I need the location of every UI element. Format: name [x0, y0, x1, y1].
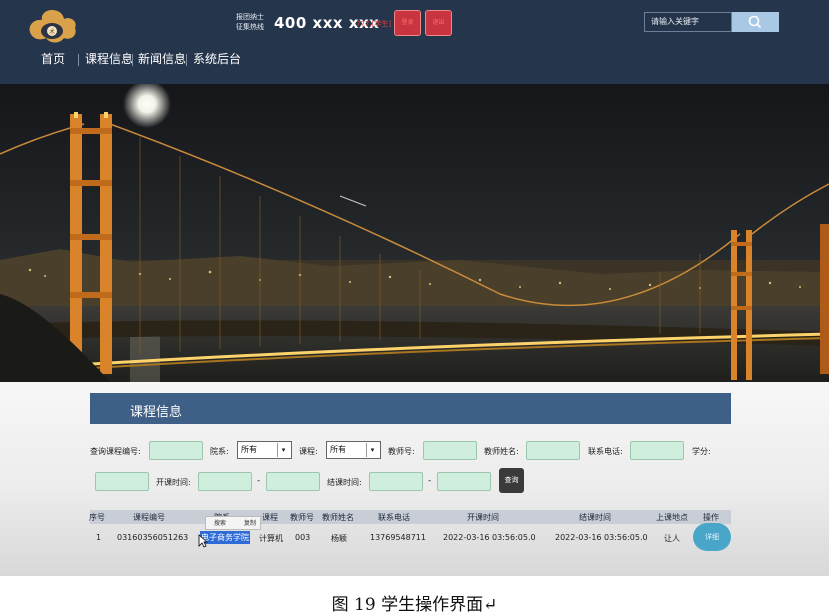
search-icon — [748, 15, 762, 29]
panel-title: 课程信息 — [130, 405, 183, 420]
range-dash: - — [257, 476, 261, 486]
credit-input[interactable] — [95, 472, 149, 491]
banner-image — [0, 84, 829, 382]
range-dash: - — [428, 476, 432, 486]
context-menu-copy[interactable]: 复制 — [244, 518, 256, 527]
credit-label: 学分: — [692, 447, 711, 456]
teacher-no-label: 教师号: — [388, 447, 415, 456]
col-header-location: 上课地点 — [656, 513, 688, 522]
col-header-action: 操作 — [703, 513, 719, 522]
nav-divider — [186, 54, 187, 66]
panel-header — [90, 393, 731, 424]
cell-teacher-name: 杨颖 — [331, 534, 347, 543]
teacher-name-label: 教师姓名: — [484, 447, 519, 456]
search-button[interactable] — [732, 12, 779, 32]
hotline-line-2: 征集热线 — [236, 23, 264, 31]
context-menu-search[interactable]: 搜索 — [214, 518, 226, 527]
start-time-label: 开课时间: — [156, 478, 191, 487]
dept-select[interactable]: 所有 ▾ — [237, 441, 292, 459]
col-header-course: 课程 — [262, 513, 278, 522]
context-menu: 搜索 复制 — [205, 516, 261, 530]
chevron-down-icon: ▾ — [366, 443, 378, 457]
start-time-to-input[interactable] — [266, 472, 320, 491]
query-label: 查询 — [90, 447, 106, 456]
col-header-start: 开课时间 — [467, 513, 499, 522]
cell-teacher-no: 003 — [295, 533, 311, 542]
col-header-end: 结课时间 — [579, 513, 611, 522]
search-input[interactable]: 请输入关键字 — [644, 12, 732, 32]
nav-divider — [78, 54, 79, 66]
nav-admin[interactable]: 系统后台 — [193, 50, 241, 67]
col-header-course-no: 课程编号 — [133, 513, 165, 522]
course-no-label: 课程编号: — [106, 447, 141, 456]
nav-divider — [132, 54, 133, 66]
nav-home[interactable]: 首页 — [41, 50, 65, 67]
course-no-input[interactable] — [149, 441, 203, 460]
nav-courses[interactable]: 课程信息 — [85, 50, 133, 67]
end-time-from-input[interactable] — [369, 472, 423, 491]
cell-phone: 13769548711 — [370, 533, 426, 542]
col-header-teacher-no: 教师号 — [290, 513, 314, 522]
cell-course-no: 03160356051263 — [117, 533, 189, 542]
start-time-from-input[interactable] — [198, 472, 252, 491]
table-header — [90, 510, 731, 524]
svg-text:术: 术 — [49, 28, 55, 36]
hotline-line-1: 报团纳士 — [236, 13, 264, 21]
cell-start-time: 2022-03-16 03:56:05.0 — [443, 533, 536, 542]
course-label: 课程: — [299, 447, 318, 456]
cell-location: 让人 — [664, 534, 680, 543]
course-select-value: 所有 — [330, 445, 346, 454]
dept-label: 院系: — [210, 447, 229, 456]
nav-news[interactable]: 新闻信息 — [138, 50, 186, 67]
course-select[interactable]: 所有 ▾ — [326, 441, 381, 459]
col-header-index: 序号 — [89, 513, 105, 522]
logout-button[interactable]: 退出 — [425, 10, 452, 36]
cell-index: 1 — [96, 533, 102, 542]
detail-button[interactable]: 详细 — [693, 523, 731, 551]
dept-select-value: 所有 — [241, 445, 257, 454]
teacher-name-input[interactable] — [526, 441, 580, 460]
phone-label: 联系电话: — [588, 447, 623, 456]
query-button[interactable]: 查询 — [499, 468, 524, 493]
site-logo[interactable]: 术 — [24, 7, 80, 47]
cell-course: 计算机 — [259, 534, 283, 543]
col-header-teacher-name: 教师姓名 — [322, 513, 354, 522]
chevron-down-icon: ▾ — [277, 443, 289, 457]
figure-caption: 图 19 学生操作界面↵ — [331, 595, 498, 614]
login-button[interactable]: 登录 — [394, 10, 421, 36]
phone-input[interactable] — [630, 441, 684, 460]
screenshot-stage: 术 报团纳士 征集热线 400 xxx xxx 777,[学生] 登录 退出 请… — [0, 0, 829, 614]
hotline-caption: 报团纳士 征集热线 — [236, 12, 264, 32]
top-header: 术 报团纳士 征集热线 400 xxx xxx 777,[学生] 登录 退出 请… — [0, 0, 829, 84]
user-tag: 777,[学生] — [356, 20, 392, 28]
col-header-phone: 联系电话 — [378, 513, 410, 522]
end-time-label: 结课时间: — [327, 478, 362, 487]
teacher-no-input[interactable] — [423, 441, 477, 460]
cell-end-time: 2022-03-16 03:56:05.0 — [555, 533, 648, 542]
end-time-to-input[interactable] — [437, 472, 491, 491]
mouse-cursor-icon — [198, 534, 208, 548]
